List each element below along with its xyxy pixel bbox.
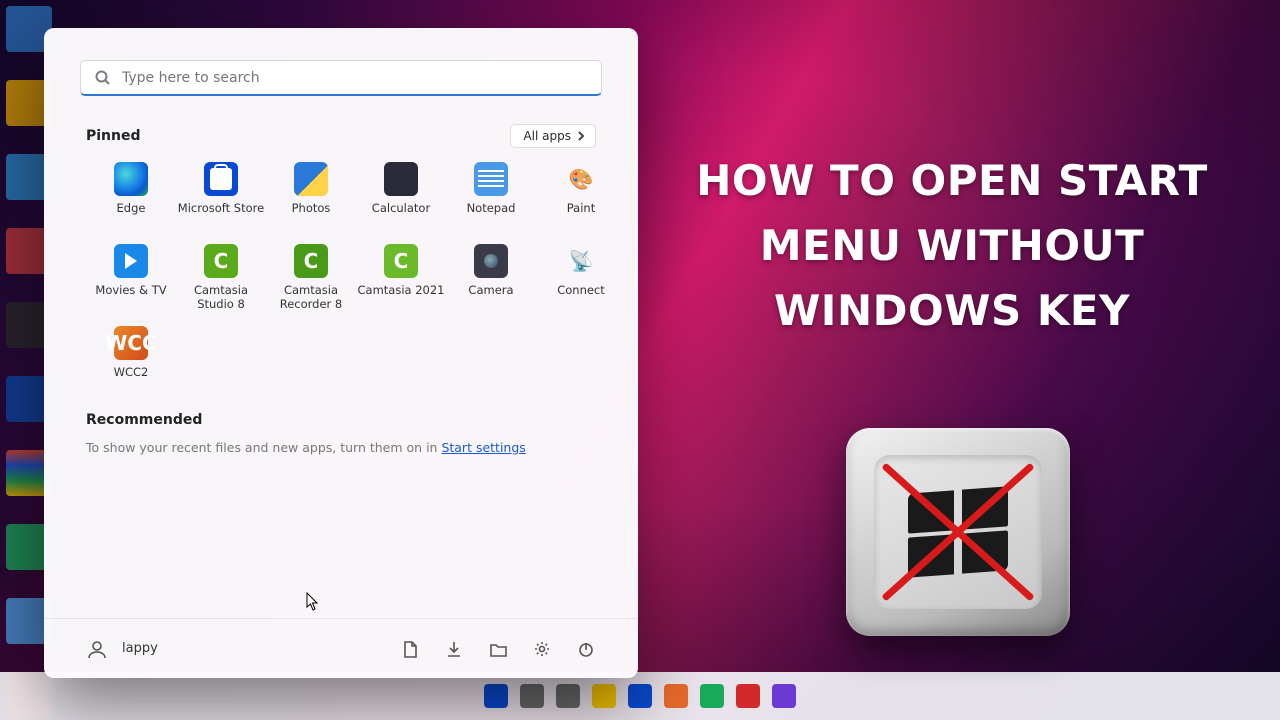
app-label: Microsoft Store <box>178 202 264 230</box>
windows-key-graphic <box>846 428 1070 636</box>
app-edge[interactable]: Edge <box>86 162 176 230</box>
app-photos[interactable]: Photos <box>266 162 356 230</box>
taskbar-search-icon[interactable] <box>520 684 544 708</box>
settings-button[interactable] <box>532 639 552 659</box>
app-label: Connect <box>557 284 605 312</box>
app-connect[interactable]: 📡 Connect <box>536 244 626 312</box>
file-explorer-button[interactable] <box>488 639 508 659</box>
app-microsoft-store[interactable]: Microsoft Store <box>176 162 266 230</box>
taskbar-edge-icon[interactable] <box>628 684 652 708</box>
downloads-button[interactable] <box>444 639 464 659</box>
app-calculator[interactable]: Calculator <box>356 162 446 230</box>
recommended-heading: Recommended <box>86 412 596 428</box>
taskbar-taskview-icon[interactable] <box>556 684 580 708</box>
app-movies-tv[interactable]: Movies & TV <box>86 244 176 312</box>
notepad-icon <box>474 162 508 196</box>
app-label: Edge <box>117 202 146 230</box>
store-icon <box>204 162 238 196</box>
power-button[interactable] <box>576 639 596 659</box>
app-label: Movies & TV <box>95 284 166 312</box>
document-icon <box>401 640 419 658</box>
search-input[interactable] <box>122 70 587 86</box>
edge-icon <box>114 162 148 196</box>
cross-out-icon <box>874 455 1042 609</box>
taskbar-app-icon[interactable] <box>772 684 796 708</box>
folder-icon <box>489 640 507 658</box>
taskbar-explorer-icon[interactable] <box>592 684 616 708</box>
app-label: Notepad <box>467 202 516 230</box>
camtasia-studio-icon: C <box>204 244 238 278</box>
recommended-text-span: To show your recent files and new apps, … <box>86 440 441 455</box>
app-notepad[interactable]: Notepad <box>446 162 536 230</box>
user-icon <box>86 638 108 660</box>
pinned-heading: Pinned <box>86 128 141 144</box>
app-label: WCC2 <box>114 366 149 394</box>
tutorial-title: HOW TO OPEN START MENU WITHOUT WINDOWS K… <box>672 148 1232 343</box>
camtasia-2021-icon: C <box>384 244 418 278</box>
start-menu: Pinned All apps Edge Microsoft Store Pho… <box>44 28 638 678</box>
app-camtasia-2021[interactable]: C Camtasia 2021 <box>356 244 446 312</box>
app-label: Camera <box>468 284 513 312</box>
search-icon <box>95 70 110 85</box>
wcc2-icon: WCC <box>114 326 148 360</box>
download-icon <box>445 640 463 658</box>
app-camera[interactable]: Camera <box>446 244 536 312</box>
app-label: Photos <box>292 202 331 230</box>
app-label: Camtasia Studio 8 <box>176 284 266 312</box>
app-label: Camtasia 2021 <box>358 284 445 312</box>
connect-icon: 📡 <box>564 244 598 278</box>
photos-icon <box>294 162 328 196</box>
app-label: Paint <box>567 202 595 230</box>
pinned-grid: Edge Microsoft Store Photos Calculator N… <box>86 162 596 394</box>
app-camtasia-recorder-8[interactable]: C Camtasia Recorder 8 <box>266 244 356 312</box>
mouse-cursor-icon <box>306 592 320 612</box>
app-label: Calculator <box>372 202 430 230</box>
app-paint[interactable]: 🎨 Paint <box>536 162 626 230</box>
start-footer: lappy <box>44 618 638 678</box>
all-apps-button[interactable]: All apps <box>510 124 596 148</box>
app-camtasia-studio-8[interactable]: C Camtasia Studio 8 <box>176 244 266 312</box>
taskbar-start-icon[interactable] <box>484 684 508 708</box>
taskbar-app-icon[interactable] <box>700 684 724 708</box>
start-settings-link[interactable]: Start settings <box>441 440 525 455</box>
taskbar[interactable] <box>0 672 1280 720</box>
user-name: lappy <box>122 641 158 656</box>
calculator-icon <box>384 162 418 196</box>
documents-button[interactable] <box>400 639 420 659</box>
search-box[interactable] <box>80 60 602 96</box>
user-account-button[interactable]: lappy <box>86 638 158 660</box>
movies-icon <box>114 244 148 278</box>
power-icon <box>577 640 595 658</box>
camera-icon <box>474 244 508 278</box>
taskbar-app-icon[interactable] <box>736 684 760 708</box>
app-wcc2[interactable]: WCC WCC2 <box>86 326 176 394</box>
camtasia-recorder-icon: C <box>294 244 328 278</box>
gear-icon <box>533 640 551 658</box>
recommended-text: To show your recent files and new apps, … <box>86 440 596 455</box>
chevron-right-icon <box>577 131 585 141</box>
taskbar-app-icon[interactable] <box>664 684 688 708</box>
all-apps-label: All apps <box>523 129 571 143</box>
app-label: Camtasia Recorder 8 <box>266 284 356 312</box>
paint-icon: 🎨 <box>564 162 598 196</box>
